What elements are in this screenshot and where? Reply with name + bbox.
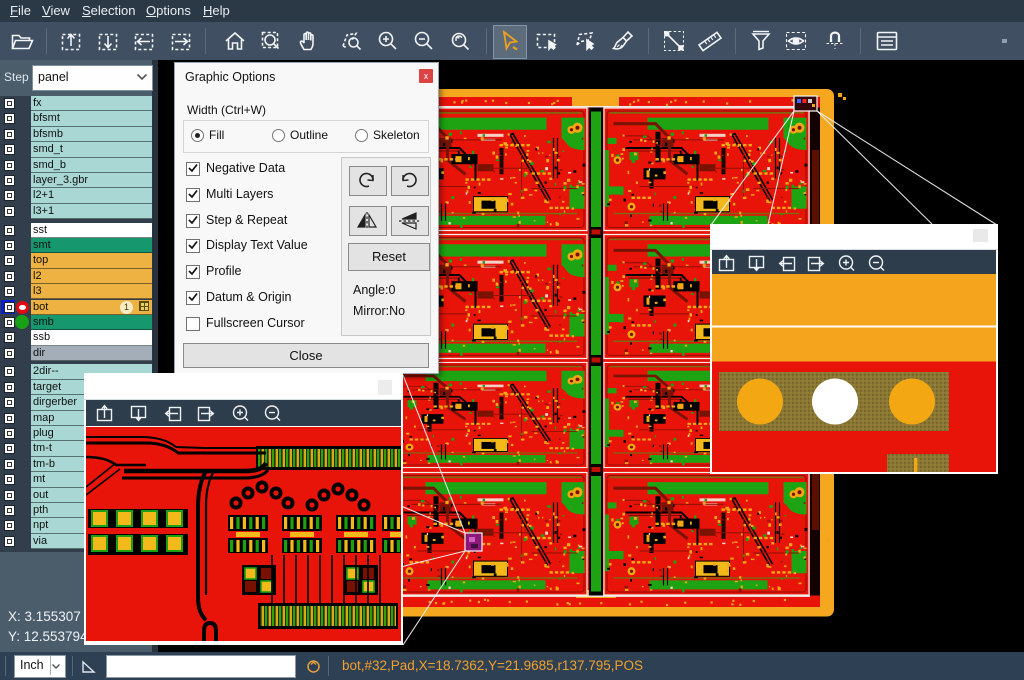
svg-text:*: * [830, 519, 834, 529]
